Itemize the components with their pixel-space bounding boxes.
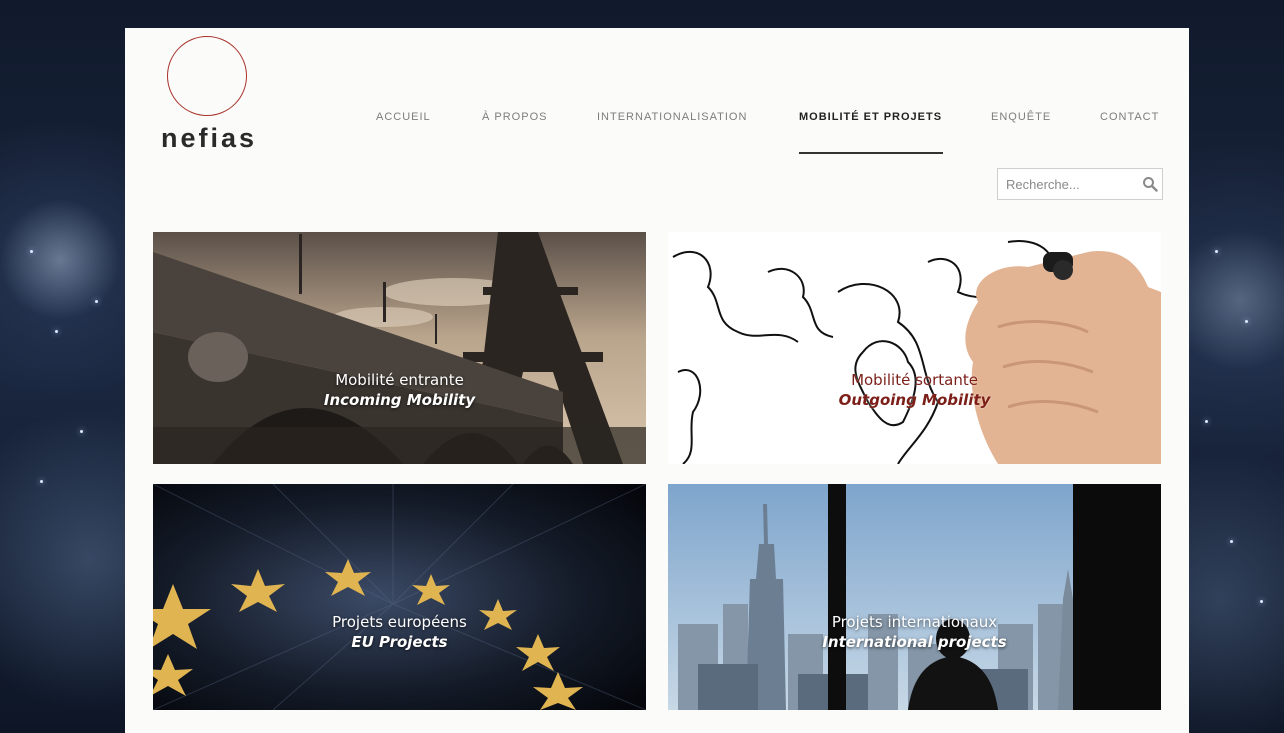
city-light bbox=[30, 250, 33, 253]
logo-circle-icon bbox=[167, 36, 247, 116]
tile-title-en: Incoming Mobility bbox=[323, 391, 476, 409]
search-icon[interactable] bbox=[1142, 176, 1158, 192]
city-light bbox=[1245, 320, 1248, 323]
tile-title-fr: Mobilité sortante bbox=[851, 371, 978, 389]
search-box bbox=[997, 168, 1163, 200]
city-light bbox=[95, 300, 98, 303]
world-map-drawing-image bbox=[668, 232, 1161, 464]
tile-title-en: International projects bbox=[822, 633, 1007, 651]
city-light bbox=[55, 330, 58, 333]
nav-item-internationalisation[interactable]: INTERNATIONALISATION bbox=[597, 111, 747, 123]
logo-link[interactable]: nefias bbox=[125, 28, 285, 158]
city-light bbox=[1260, 600, 1263, 603]
main-navigation: ACCUEIL À PROPOS INTERNATIONALISATION MO… bbox=[125, 111, 1189, 131]
nav-item-a-propos[interactable]: À PROPOS bbox=[482, 111, 547, 123]
city-light bbox=[40, 480, 43, 483]
tile-caption: Projets européens EU Projects bbox=[153, 612, 646, 652]
tile-title-en: EU Projects bbox=[351, 633, 448, 651]
new-york-skyline-image bbox=[668, 484, 1161, 710]
tile-title-en: Outgoing Mobility bbox=[838, 391, 991, 409]
tile-caption: Mobilité entrante Incoming Mobility bbox=[153, 370, 646, 410]
tile-outgoing-mobility[interactable]: Mobilité sortante Outgoing Mobility bbox=[668, 232, 1161, 464]
tile-title-fr: Mobilité entrante bbox=[335, 371, 464, 389]
city-light bbox=[80, 430, 83, 433]
city-light bbox=[1205, 420, 1208, 423]
eu-stars-image bbox=[153, 484, 646, 710]
tile-caption: Projets internationaux International pro… bbox=[668, 612, 1161, 652]
nav-item-mobilite-et-projets[interactable]: MOBILITÉ ET PROJETS bbox=[799, 111, 942, 123]
page-container: nefias ACCUEIL À PROPOS INTERNATIONALISA… bbox=[125, 28, 1189, 733]
tile-incoming-mobility[interactable]: Mobilité entrante Incoming Mobility bbox=[153, 232, 646, 464]
nav-item-contact[interactable]: CONTACT bbox=[1100, 111, 1159, 123]
active-nav-indicator bbox=[799, 152, 943, 154]
tile-title-fr: Projets internationaux bbox=[831, 613, 998, 631]
nav-item-enquete[interactable]: ENQUÊTE bbox=[991, 111, 1051, 123]
tile-caption: Mobilité sortante Outgoing Mobility bbox=[668, 370, 1161, 410]
city-light bbox=[1230, 540, 1233, 543]
tile-title-fr: Projets européens bbox=[332, 613, 467, 631]
city-light bbox=[1215, 250, 1218, 253]
search-input[interactable] bbox=[998, 169, 1128, 199]
nav-item-accueil[interactable]: ACCUEIL bbox=[376, 111, 431, 123]
paris-bridge-image bbox=[153, 232, 646, 464]
tile-international-projects[interactable]: Projets internationaux International pro… bbox=[668, 484, 1161, 710]
tile-eu-projects[interactable]: Projets européens EU Projects bbox=[153, 484, 646, 710]
